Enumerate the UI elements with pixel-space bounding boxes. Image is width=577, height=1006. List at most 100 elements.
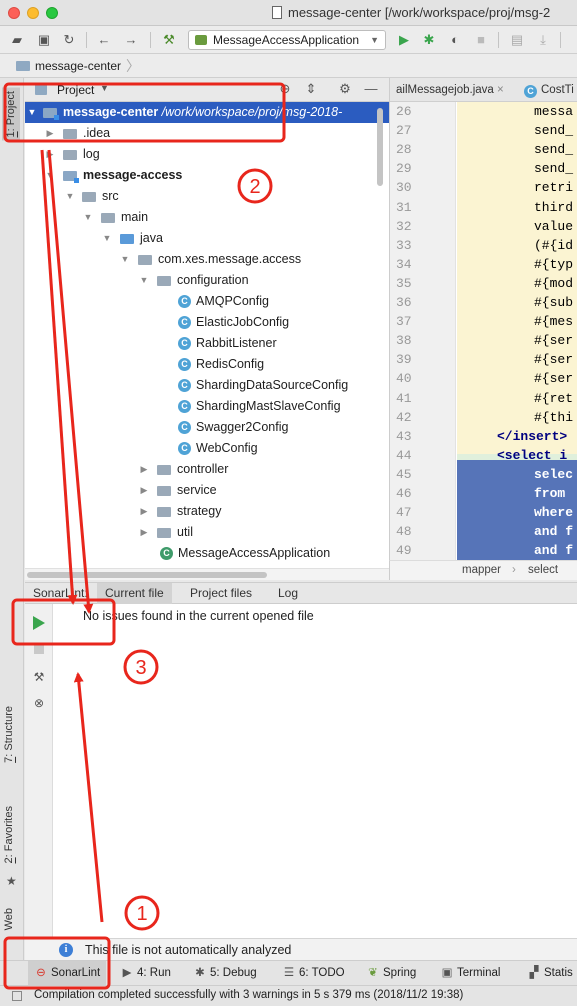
open-folder-icon[interactable]: ▰ — [8, 31, 26, 49]
web-tool-tab[interactable]: Web — [3, 908, 15, 930]
forward-icon[interactable]: → — [122, 31, 140, 49]
close-tab-icon[interactable]: × — [497, 84, 504, 96]
code-line[interactable]: 37 #{mes — [390, 312, 577, 333]
save-icon[interactable]: ▣ — [35, 31, 53, 49]
clear-icon[interactable]: ⊗ — [31, 696, 47, 710]
code-line[interactable]: 42 #{thi — [390, 408, 577, 429]
code-line[interactable]: 28 send_ — [390, 140, 577, 161]
tree-item-service[interactable]: ▶ service — [25, 480, 389, 501]
expand-arrow-icon[interactable]: ▼ — [120, 249, 130, 270]
breadcrumb-project[interactable]: message-center — [35, 59, 121, 73]
editor-tab[interactable]: C CostTi — [524, 78, 574, 102]
tree-item-class[interactable]: C RedisConfig — [25, 354, 389, 375]
tree-item-util[interactable]: ▶ util — [25, 522, 389, 543]
expand-arrow-icon[interactable]: ▶ — [139, 459, 149, 480]
back-icon[interactable]: ← — [95, 31, 113, 49]
code-line[interactable]: 27 send_ — [390, 121, 577, 142]
sync-icon[interactable]: ↻ — [60, 31, 78, 49]
code-line[interactable]: 48 and f — [390, 522, 577, 543]
editor-tab[interactable]: ailMessagejob.java × — [396, 78, 504, 102]
project-view-label[interactable]: Project — [57, 83, 94, 97]
expand-arrow-icon[interactable]: ▶ — [139, 480, 149, 501]
tree-item-log[interactable]: ▶ log — [25, 144, 389, 165]
expand-arrow-icon[interactable]: ▼ — [139, 270, 149, 291]
project-structure-icon[interactable]: ▤ — [508, 31, 526, 49]
code-line[interactable]: 31 third — [390, 198, 577, 219]
minimize-window-button[interactable] — [27, 7, 39, 19]
locate-target-icon[interactable]: ⊕ — [277, 81, 293, 97]
expand-arrow-icon[interactable]: ▼ — [83, 207, 93, 228]
project-tool-tab[interactable]: 1: Project — [2, 88, 20, 141]
structure-tool-tab[interactable]: 7: Structure — [3, 706, 15, 763]
tree-item-class[interactable]: C RabbitListener — [25, 333, 389, 354]
favorites-tool-tab[interactable]: 2: Favorites — [3, 806, 15, 864]
expand-arrow-icon[interactable]: ▼ — [65, 186, 75, 207]
tab-project-files[interactable]: Project files — [182, 583, 260, 604]
tree-item-controller[interactable]: ▶ controller — [25, 459, 389, 480]
tools-icon[interactable]: ⚒ — [31, 670, 47, 684]
breadcrumb-select[interactable]: select — [528, 564, 558, 576]
expand-arrow-icon[interactable]: ▶ — [45, 123, 55, 144]
code-line[interactable]: 26 messa — [390, 102, 577, 123]
code-line[interactable]: 39 #{ser — [390, 350, 577, 371]
gear-icon[interactable]: ⚙ — [337, 81, 353, 97]
code-line[interactable]: 44 <select i — [390, 446, 577, 467]
tree-item-class[interactable]: C ElasticJobConfig — [25, 312, 389, 333]
tree-item-src[interactable]: ▼ src — [25, 186, 389, 207]
run-analysis-icon[interactable] — [33, 616, 45, 630]
tab-log[interactable]: Log — [270, 583, 306, 604]
tree-item-strategy[interactable]: ▶ strategy — [25, 501, 389, 522]
vertical-scrollbar[interactable] — [377, 108, 383, 186]
code-line[interactable]: 36 #{sub — [390, 293, 577, 314]
close-window-button[interactable] — [8, 7, 20, 19]
expand-arrow-icon[interactable]: ▼ — [45, 165, 55, 186]
panel-toggle-icon[interactable] — [12, 991, 22, 1001]
code-line[interactable]: 47 where — [390, 503, 577, 524]
tree-item-message-center[interactable]: ▼ message-center /work/workspace/proj/ms… — [25, 102, 389, 123]
tree-item-class[interactable]: C ShardingDataSourceConfig — [25, 375, 389, 396]
run-icon[interactable]: ▶ — [395, 31, 413, 49]
code-line[interactable]: 45 selec — [390, 465, 577, 486]
code-line[interactable]: 40 #{ser — [390, 369, 577, 390]
tree-item-message-access[interactable]: ▼ message-access — [25, 165, 389, 186]
tree-item-class[interactable]: C WebConfig — [25, 438, 389, 459]
expand-arrow-icon[interactable]: ▶ — [45, 144, 55, 165]
scrollbar-thumb[interactable] — [27, 572, 267, 578]
code-line[interactable]: 34 #{typ — [390, 255, 577, 276]
tree-item-configuration[interactable]: ▼ configuration — [25, 270, 389, 291]
hide-panel-icon[interactable]: — — [363, 81, 379, 96]
tool-tab-todo[interactable]: ☰ 6: TODO — [282, 961, 345, 985]
tool-tab-debug[interactable]: ✱ 5: Debug — [193, 961, 257, 985]
code-line[interactable]: 43 </insert> — [390, 427, 577, 448]
tree-item-package[interactable]: ▼ com.xes.message.access — [25, 249, 389, 270]
run-configuration-select[interactable]: MessageAccessApplication ▼ — [188, 30, 386, 50]
tree-item-main[interactable]: ▼ main — [25, 207, 389, 228]
code-line[interactable]: 35 #{mod — [390, 274, 577, 295]
code-line[interactable]: 32 value — [390, 217, 577, 238]
horizontal-scrollbar[interactable] — [25, 568, 389, 580]
stop-analysis-icon[interactable] — [34, 644, 44, 654]
tool-tab-sonarlint[interactable]: ⊖ SonarLint — [28, 961, 107, 985]
chevron-down-icon[interactable]: ▼ — [100, 83, 109, 93]
tree-item-idea[interactable]: ▶ .idea — [25, 123, 389, 144]
tool-tab-spring[interactable]: ❦ Spring — [366, 961, 416, 985]
tree-item-class[interactable]: C AMQPConfig — [25, 291, 389, 312]
code-line[interactable]: 41 #{ret — [390, 389, 577, 410]
expand-arrow-icon[interactable]: ▶ — [139, 522, 149, 543]
code-line[interactable]: 30 retri — [390, 178, 577, 199]
tree-item-application-class[interactable]: C MessageAccessApplication — [25, 543, 389, 564]
expand-arrow-icon[interactable]: ▼ — [102, 228, 112, 249]
stop-icon[interactable]: ■ — [472, 31, 490, 49]
tree-item-java[interactable]: ▼ java — [25, 228, 389, 249]
code-editor[interactable]: 26 messa 27 send_ 28 send_ 29 send_ 30 retri 31 thi… — [389, 102, 577, 560]
tool-tab-run[interactable]: ▶ 4: Run — [120, 961, 171, 985]
code-line[interactable]: 38 #{ser — [390, 331, 577, 352]
code-line[interactable]: 46 from — [390, 484, 577, 505]
tab-current-file[interactable]: Current file — [97, 583, 172, 604]
coverage-icon[interactable]: ◐ — [446, 31, 464, 49]
code-line[interactable]: 49 and f — [390, 541, 577, 560]
zoom-window-button[interactable] — [46, 7, 58, 19]
code-line[interactable]: 33 (#{id — [390, 236, 577, 257]
tree-item-class[interactable]: C ShardingMastSlaveConfig — [25, 396, 389, 417]
breadcrumb-mapper[interactable]: mapper — [462, 564, 501, 576]
